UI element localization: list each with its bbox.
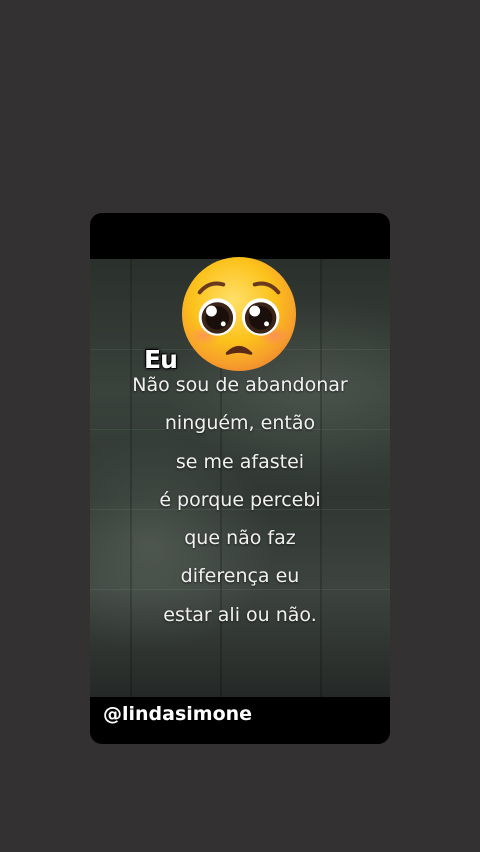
quote-text: Não sou de abandonar ninguém, então se m…: [90, 370, 390, 638]
quote-line: diferença eu: [180, 565, 300, 588]
quote-line: Não sou de abandonar: [132, 374, 348, 396]
username-handle[interactable]: @lindasimone: [103, 703, 252, 725]
video-card[interactable]: Eu Não sou de abandonar ninguém, então s…: [90, 213, 390, 744]
quote-line: ninguém, então: [164, 412, 316, 435]
quote-line: estar ali ou não.: [163, 603, 317, 626]
pleading-face-icon: [181, 256, 297, 372]
quote-line: se me afastei: [175, 450, 305, 473]
quote-line: que não faz: [184, 527, 296, 550]
quote-line: é porque percebi: [159, 488, 321, 511]
